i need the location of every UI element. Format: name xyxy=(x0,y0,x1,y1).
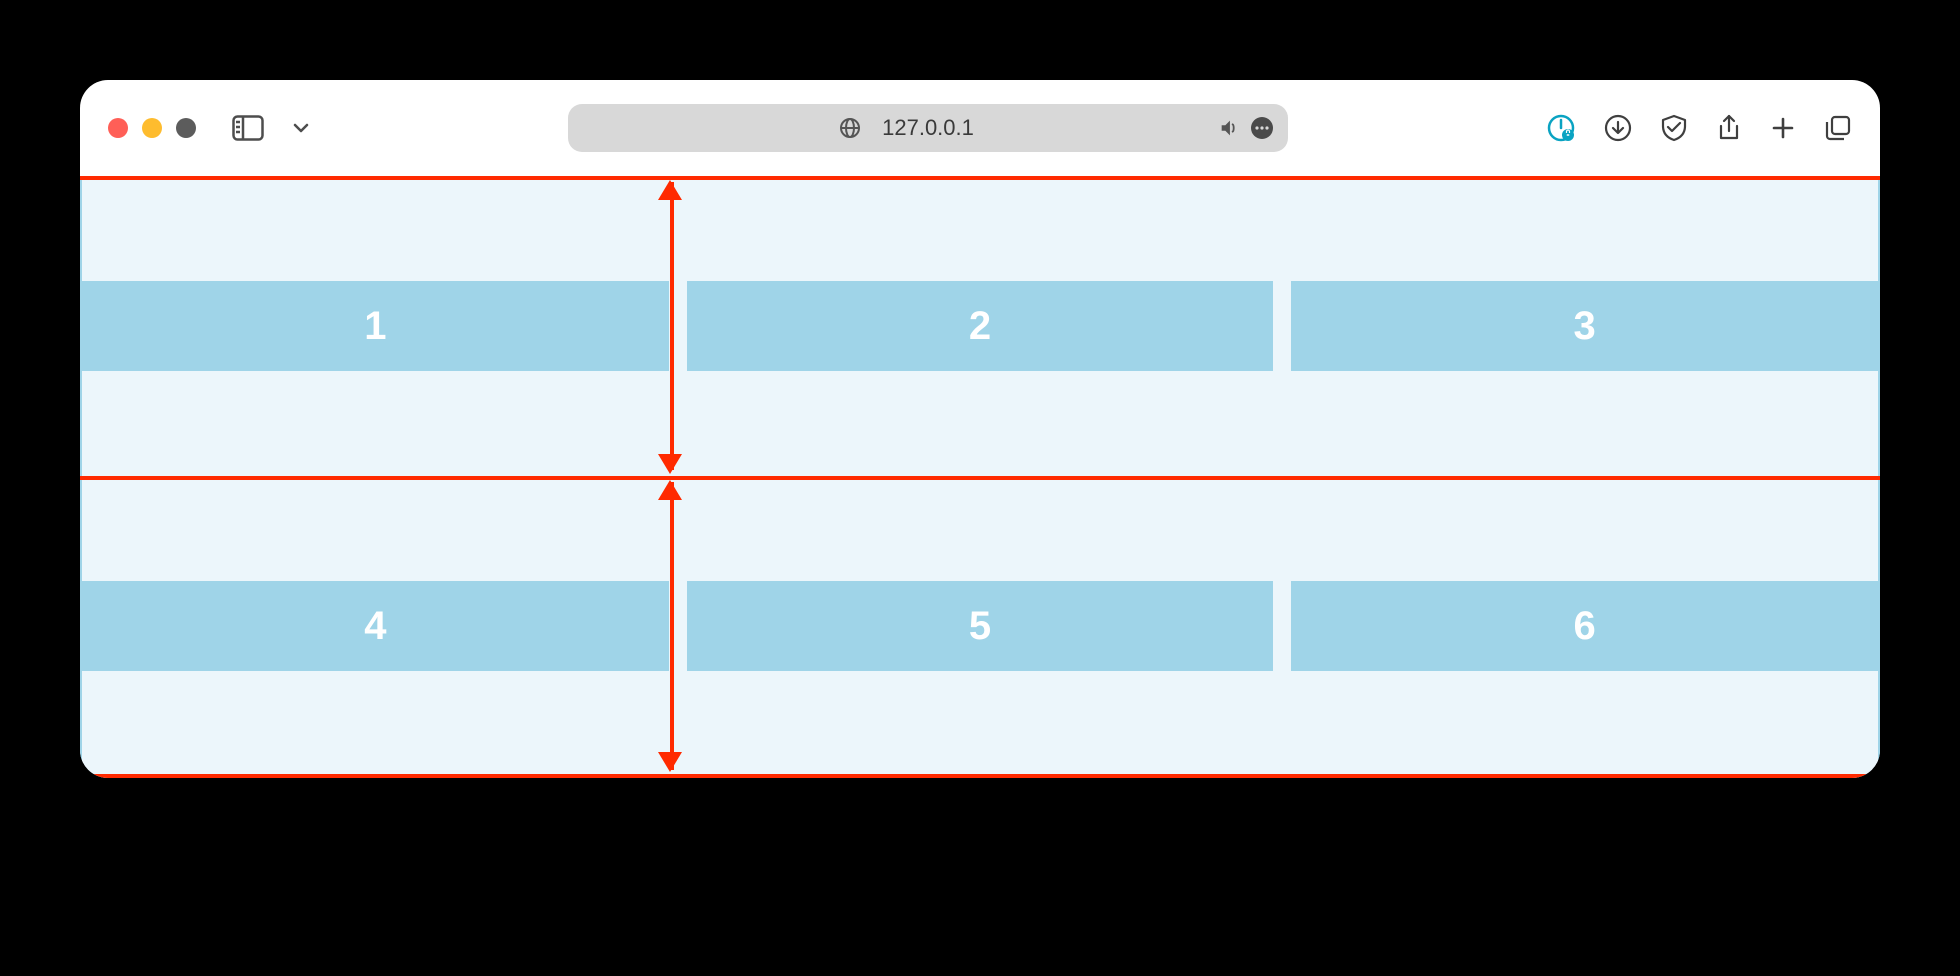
window-controls xyxy=(108,118,196,138)
grid-cell: 3 xyxy=(1291,281,1878,371)
reader-menu-icon[interactable] xyxy=(1250,116,1274,140)
address-bar[interactable]: 127.0.0.1 xyxy=(568,104,1288,152)
shield-icon[interactable] xyxy=(1660,113,1688,143)
tabs-overview-icon[interactable] xyxy=(1824,114,1852,142)
close-window-button[interactable] xyxy=(108,118,128,138)
chevron-down-icon[interactable] xyxy=(292,119,310,137)
sound-icon[interactable] xyxy=(1218,117,1240,139)
page-content: 1 2 3 4 5 6 xyxy=(80,176,1880,778)
browser-window: 127.0.0.1 xyxy=(80,80,1880,778)
sidebar-toggle-icon[interactable] xyxy=(232,115,264,141)
grid-cell: 4 xyxy=(82,581,669,671)
grid-cell: 1 xyxy=(82,281,669,371)
browser-toolbar: 127.0.0.1 xyxy=(80,80,1880,176)
share-icon[interactable] xyxy=(1716,113,1742,143)
address-text: 127.0.0.1 xyxy=(882,115,974,141)
minimize-window-button[interactable] xyxy=(142,118,162,138)
globe-icon xyxy=(838,116,862,140)
grid-cell: 6 xyxy=(1291,581,1878,671)
grid-row: 1 2 3 xyxy=(82,176,1878,476)
privacy-report-icon[interactable] xyxy=(1546,113,1576,143)
grid-row: 4 5 6 xyxy=(82,476,1878,776)
new-tab-icon[interactable] xyxy=(1770,115,1796,141)
grid-cell: 2 xyxy=(687,281,1274,371)
zoom-window-button[interactable] xyxy=(176,118,196,138)
downloads-icon[interactable] xyxy=(1604,114,1632,142)
grid-container: 1 2 3 4 5 6 xyxy=(80,176,1880,778)
toolbar-right-group xyxy=(1546,113,1852,143)
grid-cell: 5 xyxy=(687,581,1274,671)
